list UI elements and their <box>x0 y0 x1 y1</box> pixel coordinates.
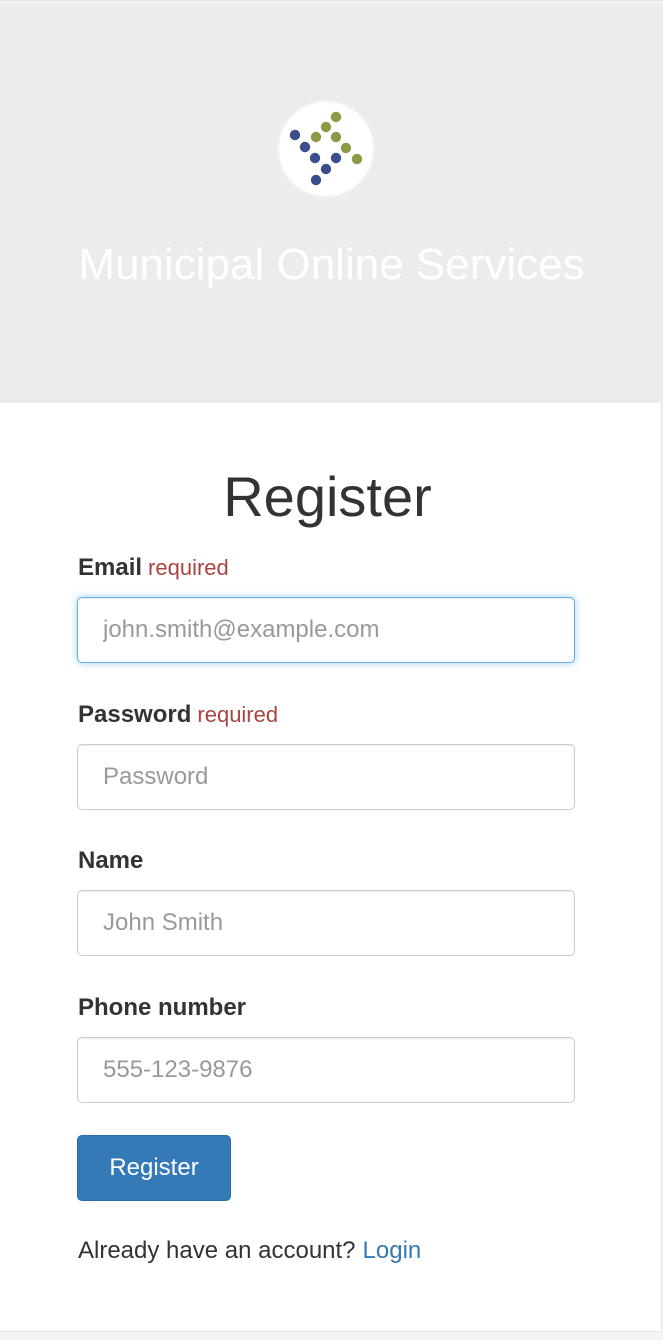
phone-label: Phone number <box>78 994 247 1021</box>
name-label: Name <box>78 847 144 874</box>
password-required-badge: required <box>197 702 279 727</box>
page: Municipal Online Services Register Email… <box>0 0 663 1340</box>
login-prompt: Already have an account? Login <box>78 1235 421 1267</box>
register-card: Register Emailrequired Passwordrequired … <box>0 403 662 1332</box>
site-title: Municipal Online Services <box>78 240 585 289</box>
register-button[interactable]: Register <box>77 1135 231 1201</box>
password-field[interactable] <box>77 744 575 810</box>
password-label: Password required <box>78 700 278 730</box>
name-field[interactable] <box>77 890 575 956</box>
password-label-text: Password <box>78 701 192 728</box>
municipal-logo-icon <box>279 102 373 196</box>
email-label: Email required <box>78 553 229 583</box>
email-required-badge: required <box>148 555 229 580</box>
email-field[interactable] <box>77 597 575 663</box>
logo-dots-graphic <box>289 111 363 186</box>
login-prompt-text: Already have an account? <box>78 1237 356 1264</box>
page-title: Register <box>223 465 432 528</box>
email-label-text: Email <box>78 554 143 581</box>
login-link[interactable]: Login <box>363 1237 422 1264</box>
phone-field[interactable] <box>77 1037 575 1103</box>
site-header: Municipal Online Services <box>0 3 663 403</box>
